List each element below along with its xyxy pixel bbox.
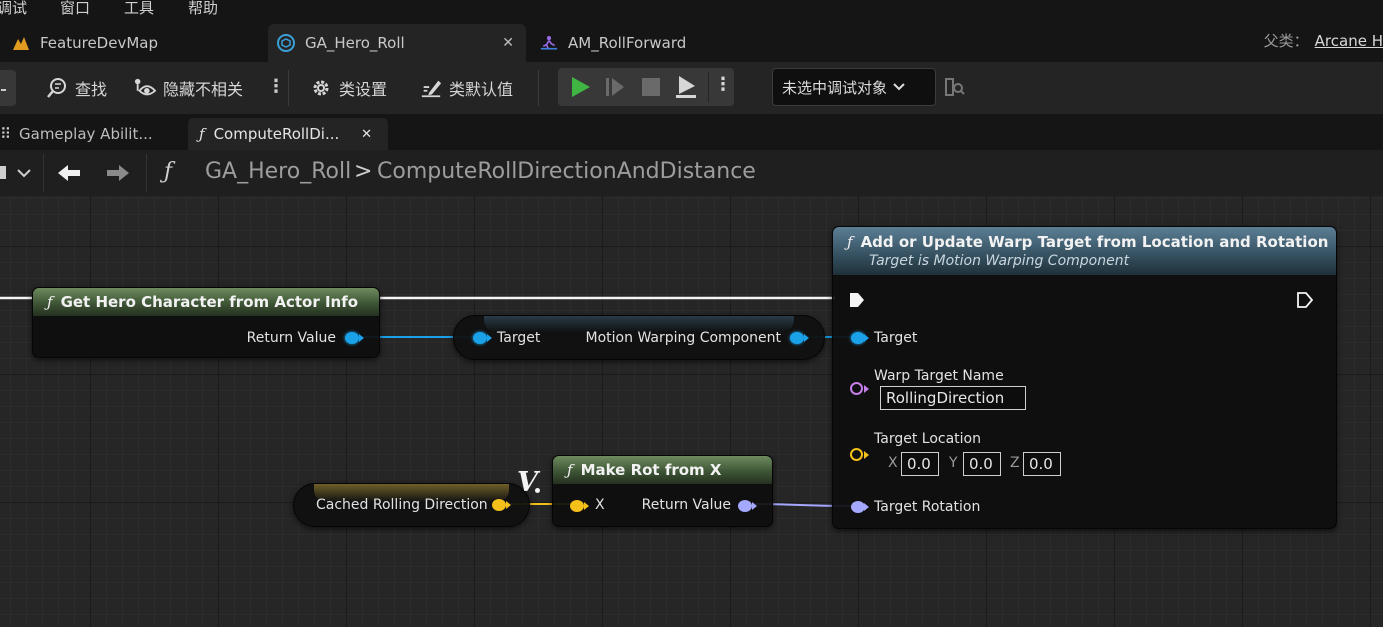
node-title: Get Hero Character from Actor Info (60, 293, 359, 311)
target-input-pin[interactable] (473, 332, 487, 344)
loc-x-label: X (888, 455, 898, 471)
pin-arrow (752, 502, 757, 510)
exec-input-pin[interactable] (848, 291, 866, 309)
return-value-pin[interactable] (738, 500, 752, 512)
function-icon: ƒ (847, 233, 853, 251)
target-rotation-label: Target Rotation (874, 499, 981, 515)
target-rotation-pin[interactable] (851, 501, 865, 513)
target-location-pin[interactable] (850, 448, 863, 461)
pin-arrow (864, 385, 869, 393)
x-input-pin[interactable] (570, 500, 584, 512)
node-get-motion-warping-component[interactable]: Target Motion Warping Component (453, 315, 825, 360)
node-header: ƒ Add or Update Warp Target from Locatio… (833, 227, 1336, 275)
target-pin[interactable] (851, 332, 865, 344)
node-title: Add or Update Warp Target from Location … (860, 233, 1329, 251)
node-add-or-update-warp-target[interactable]: ƒ Add or Update Warp Target from Locatio… (832, 226, 1337, 529)
variable-output-pin[interactable] (492, 499, 506, 511)
loc-y-label: Y (949, 455, 958, 471)
pin-arrow (864, 451, 869, 459)
function-icon: ƒ (567, 461, 573, 479)
warp-target-name-pin[interactable] (850, 382, 863, 395)
target-label: Target (874, 330, 918, 346)
target-location-label: Target Location (874, 431, 981, 447)
node-get-hero-character[interactable]: ƒ Get Hero Character from Actor Info Ret… (32, 287, 380, 358)
variable-label: Cached Rolling Direction (316, 497, 488, 513)
return-value-label: Return Value (641, 497, 731, 513)
node-make-rot-from-x[interactable]: ƒ Make Rot from X X Return Value (552, 455, 773, 527)
loc-z-field[interactable]: 0.0 (1023, 452, 1061, 476)
variable-badge-dot (535, 488, 540, 493)
node-title: Make Rot from X (580, 461, 722, 479)
pin-arrow (359, 334, 364, 342)
node-subtitle: Target is Motion Warping Component (869, 253, 1130, 269)
warp-target-name-label: Warp Target Name (874, 368, 1004, 384)
variable-badge-icon: V (517, 467, 538, 498)
node-header: ƒ Get Hero Character from Actor Info (33, 288, 379, 316)
return-value-pin[interactable] (345, 332, 359, 344)
warp-target-name-field[interactable]: RollingDirection (880, 386, 1026, 410)
pin-arrow (864, 334, 869, 342)
pin-arrow (804, 334, 809, 342)
target-input-label: Target (497, 330, 541, 346)
pin-arrow (584, 502, 589, 510)
function-icon: ƒ (47, 293, 53, 311)
x-input-label: X (595, 497, 605, 513)
loc-x-field[interactable]: 0.0 (901, 452, 939, 476)
motion-warping-output-pin[interactable] (790, 332, 804, 344)
exec-output-pin[interactable] (1296, 291, 1314, 309)
pin-arrow (487, 334, 492, 342)
loc-y-field[interactable]: 0.0 (963, 452, 1001, 476)
loc-z-label: Z (1010, 455, 1020, 471)
motion-warping-output-label: Motion Warping Component (585, 330, 781, 346)
pin-arrow (506, 501, 511, 509)
node-header: ƒ Make Rot from X (553, 456, 772, 484)
return-value-label: Return Value (246, 330, 336, 346)
pin-arrow (864, 503, 869, 511)
node-cached-rolling-direction[interactable]: Cached Rolling Direction (293, 483, 530, 527)
